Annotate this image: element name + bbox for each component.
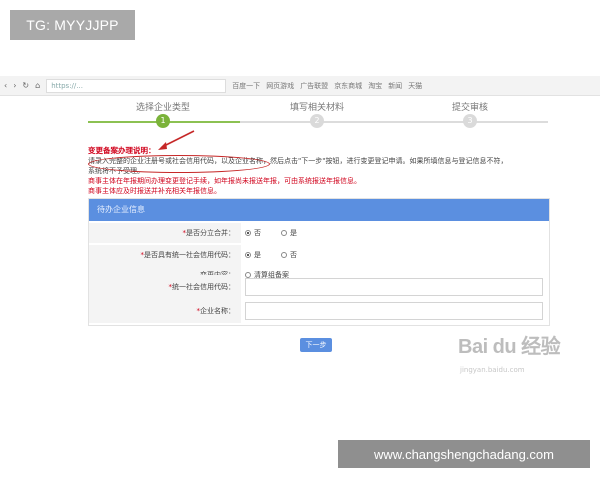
baidu-watermark: Bai du 经验 jingyan.baidu.com [458,330,568,390]
forward-icon[interactable]: › [13,81,16,90]
browser-toolbar: ‹ › ↻ ⌂ https://... 百度一下 网页游戏 广告联盟 京东商城 … [0,76,600,96]
watermark-top: TG: MYYJJPP [10,10,135,40]
step-label-3: 提交审核 [451,103,489,113]
bookmark-item[interactable]: 网页游戏 [266,81,294,91]
bookmark-item[interactable]: 新闻 [388,81,402,91]
back-icon[interactable]: ‹ [4,81,7,90]
panel-header: 待办企业信息 [89,199,549,221]
home-icon[interactable]: ⌂ [35,81,40,90]
credit-no-radio[interactable]: 否 [281,250,297,260]
step-label-2: 填写相关材料 [289,103,345,113]
bookmark-item[interactable]: 广告联盟 [300,81,328,91]
bookmark-item[interactable]: 淘宝 [368,81,382,91]
company-name-input[interactable] [245,302,543,320]
baidu-url: jingyan.baidu.com [460,366,525,374]
step-dot-2: 2 [310,114,324,128]
row-label: *是否具有统一社会信用代码： [89,245,241,265]
refresh-icon[interactable]: ↻ [22,81,29,90]
next-step-button[interactable]: 下一步 [300,338,332,352]
bookmark-item[interactable]: 京东商城 [334,81,362,91]
merge-no-radio[interactable]: 否 [245,228,261,238]
bookmark-item[interactable]: 天猫 [408,81,422,91]
annotation-oval [88,155,270,173]
row-label: *统一社会信用代码： [89,275,241,299]
notes-warning: 商事主体在年报期间办理变更登记手续，如年报尚未报送年报，可由系统报送年报信息。 [88,177,361,185]
row-credit-code: *是否具有统一社会信用代码： 是 否 [89,245,549,265]
step-line-pending [240,121,548,123]
address-bar[interactable]: https://... [46,78,227,93]
watermark-bottom: www.changshengchadang.com [338,440,590,468]
baidu-logo: Bai du 经验 [458,336,561,358]
unified-code-input[interactable] [245,278,543,296]
row-label: *企业名称： [89,299,241,323]
step-dot-1: 1 [156,114,170,128]
step-label-1: 选择企业类型 [135,103,191,113]
credit-yes-radio[interactable]: 是 [245,250,261,260]
merge-yes-radio[interactable]: 是 [281,228,297,238]
row-unified-code: *统一社会信用代码： [89,275,549,299]
row-label: *是否分立合并： [89,223,241,243]
enterprise-info-panel: 待办企业信息 *是否分立合并： 否 是 *是否具有统一社会信用代码： 是 否 变… [88,198,550,326]
step-progress: 选择企业类型 填写相关材料 提交审核 1 2 3 [88,100,548,130]
row-company-name: *企业名称： [89,299,549,323]
notes-warning: 商事主体应及时报送并补充相关年报信息。 [88,187,221,195]
step-dot-3: 3 [463,114,477,128]
row-merge: *是否分立合并： 否 是 [89,223,549,243]
bookmark-item[interactable]: 百度一下 [232,81,260,91]
